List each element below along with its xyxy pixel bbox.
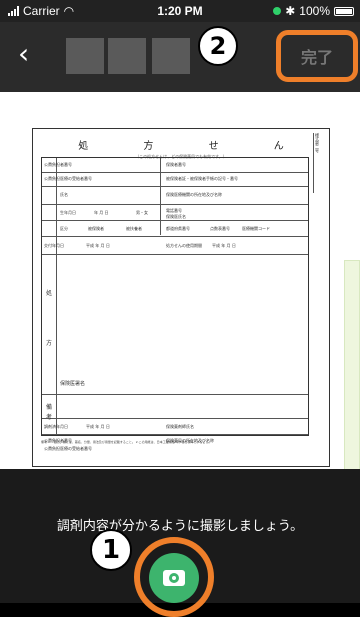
label-issue-values: 平成 年 月 日 bbox=[86, 243, 110, 248]
status-right: ✱ 100% bbox=[273, 4, 354, 18]
label-recipient-number: 公費負担医療の受給者番号 bbox=[44, 176, 92, 181]
document-title: 処 方 せ ん bbox=[78, 141, 310, 152]
section-remarks-2: 考 bbox=[46, 414, 53, 421]
label-dependent: 被扶養者 bbox=[126, 226, 142, 231]
camera-icon bbox=[163, 570, 185, 586]
section-prescription-1: 処 bbox=[46, 290, 53, 297]
top-bar: ‹ 2 完了 bbox=[0, 22, 360, 92]
label-insured: 被保険者 bbox=[88, 226, 104, 231]
prescription-document: 処 方 せ ん （この処方せんは、どの保険薬局でも有効です。） 公費負担者番号 … bbox=[32, 128, 330, 467]
prescription-form-grid: 公費負担者番号 保険者番号 公費負担医療の受給者番号 被保険者証・被保険者手帳の… bbox=[41, 157, 309, 451]
label-dispense-date: 調剤済年月日 bbox=[44, 424, 68, 429]
section-remarks-1: 備 bbox=[46, 404, 53, 411]
label-public-number: 公費負担者番号 bbox=[44, 162, 72, 167]
shutter-button[interactable] bbox=[149, 553, 199, 603]
chevron-left-icon: ‹ bbox=[18, 37, 30, 70]
label-issue-date: 交付年月日 bbox=[44, 243, 64, 248]
label-doctor: 保険医氏名 bbox=[166, 214, 186, 219]
label-pharmacist: 保険薬剤師氏名 bbox=[166, 424, 194, 429]
photo-thumbnail-2[interactable] bbox=[108, 38, 146, 74]
done-button[interactable]: 完了 bbox=[276, 30, 358, 82]
label-dispense-values: 平成 年 月 日 bbox=[86, 424, 110, 429]
label-birth: 生年月日 bbox=[60, 210, 76, 215]
label-institution: 保険医療機関の所在地及び名称 bbox=[166, 192, 222, 197]
status-bar: Carrier ◠ 1:20 PM ✱ 100% bbox=[0, 0, 360, 22]
label-point-table: 点数表番号 bbox=[210, 226, 230, 231]
document-notes: 備考 1.「処方」欄には、薬名、分量、用法及び用量を記載すること。 2.この用紙… bbox=[41, 440, 212, 444]
label-sex: 男・女 bbox=[136, 210, 148, 215]
back-button[interactable]: ‹ bbox=[18, 40, 29, 68]
label-institution-code: 医療機関コード bbox=[242, 226, 270, 231]
capture-hint: 調剤内容が分かるように撮影しましょう。 bbox=[56, 519, 304, 534]
side-panel bbox=[344, 260, 360, 502]
section-prescription-2: 方 bbox=[46, 340, 53, 347]
camera-preview: 処 方 せ ん （この処方せんは、どの保険薬局でも有効です。） 公費負担者番号 … bbox=[0, 92, 360, 502]
recording-dot-icon bbox=[273, 7, 282, 15]
label-name: 氏名 bbox=[60, 192, 68, 197]
step-badge-1: 1 bbox=[90, 529, 132, 571]
battery-label: 100% bbox=[299, 4, 330, 18]
label-birth-values: 年 月 日 bbox=[94, 210, 109, 215]
form-type-label: 様式第二号 bbox=[313, 133, 325, 193]
camera-controls: 調剤内容が分かるように撮影しましょう。 1 bbox=[0, 469, 360, 617]
label-insurer-signature: 保険医署名 bbox=[60, 381, 86, 387]
label-insurer-number: 保険者番号 bbox=[166, 162, 186, 167]
label-prefecture-code: 都道府県番号 bbox=[166, 226, 190, 231]
photo-thumbnail-3[interactable] bbox=[152, 38, 190, 74]
photo-thumbnail-1[interactable] bbox=[66, 38, 104, 74]
label-category: 区分 bbox=[60, 226, 68, 231]
label-expiry-values: 平成 年 月 日 bbox=[212, 243, 236, 248]
bluetooth-icon: ✱ bbox=[285, 4, 296, 18]
battery-icon bbox=[334, 6, 354, 16]
label-card-number: 被保険者証・被保険者手帳の記号・番号 bbox=[166, 176, 238, 181]
step-badge-2: 2 bbox=[198, 26, 238, 66]
label-expiry: 処方せんの使用期間 bbox=[166, 243, 202, 248]
